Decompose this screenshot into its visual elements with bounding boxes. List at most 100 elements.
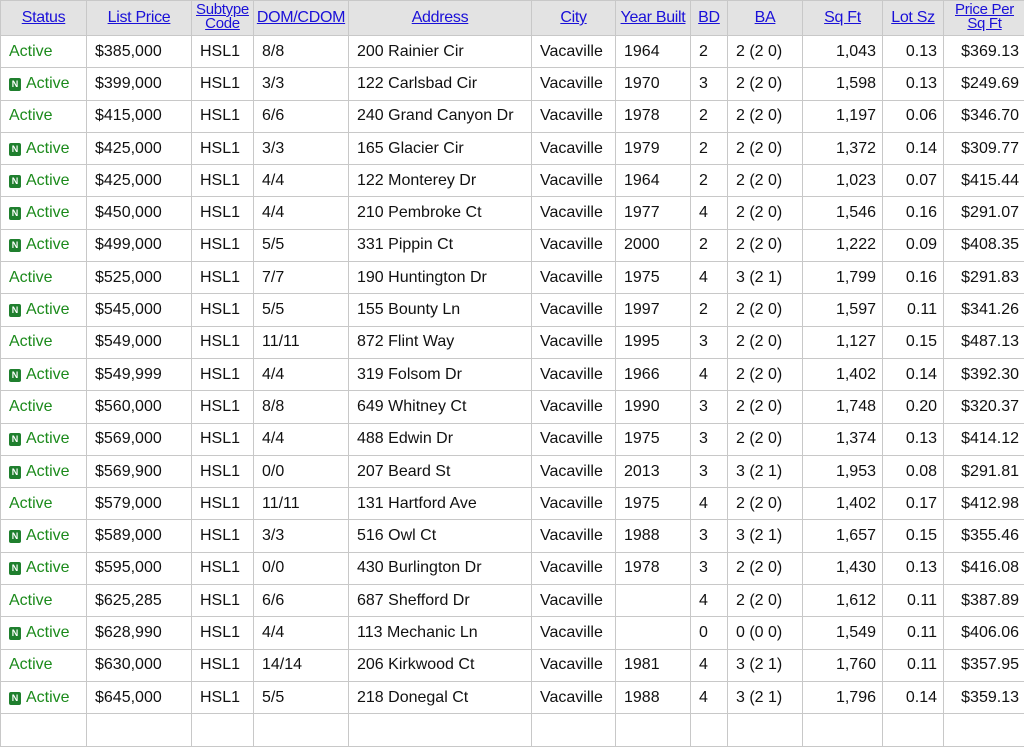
cell-address: 210 Pembroke Ct — [349, 197, 532, 229]
status-label: Active — [26, 204, 70, 221]
cell-dom: 0/0 — [254, 455, 349, 487]
cell-lot: 0.08 — [883, 455, 944, 487]
cell-year_built: 1966 — [616, 358, 691, 390]
cell-lot: 0.11 — [883, 617, 944, 649]
sort-link-ba[interactable]: BA — [755, 9, 776, 26]
table-row[interactable]: NActive$499,000HSL15/5331 Pippin CtVacav… — [1, 229, 1024, 261]
table-row[interactable]: Active$385,000HSL18/8200 Rainier CirVaca… — [1, 36, 1024, 68]
sort-link-year_built[interactable]: Year Built — [621, 9, 686, 26]
column-header-ba[interactable]: BA — [728, 1, 803, 36]
column-header-year_built[interactable]: Year Built — [616, 1, 691, 36]
sort-link-lot[interactable]: Lot Sz — [891, 9, 935, 26]
column-header-subtype[interactable]: SubtypeCode — [192, 1, 254, 36]
cell-status: Active — [1, 585, 87, 617]
table-row[interactable]: NActive$450,000HSL14/4210 Pembroke CtVac… — [1, 197, 1024, 229]
column-header-list_price[interactable]: List Price — [87, 1, 192, 36]
table-row[interactable]: Active$560,000HSL18/8649 Whitney CtVacav… — [1, 391, 1024, 423]
cell-ppsf: $291.83 — [944, 262, 1024, 294]
status-label: Active — [9, 43, 53, 60]
column-header-dom[interactable]: DOM/CDOM — [254, 1, 349, 36]
column-header-ppsf[interactable]: Price PerSq Ft — [944, 1, 1024, 36]
sort-link-bd[interactable]: BD — [698, 9, 720, 26]
column-header-label: List Price — [108, 9, 171, 26]
cell-status: NActive — [1, 68, 87, 100]
column-header-city[interactable]: City — [532, 1, 616, 36]
cell-city: Vacaville — [532, 681, 616, 713]
cell-ba: 2 (2 0) — [728, 585, 803, 617]
sort-link-status[interactable]: Status — [22, 9, 66, 26]
cell-list_price: $595,000 — [87, 552, 192, 584]
table-row[interactable]: NActive$628,990HSL14/4113 Mechanic LnVac… — [1, 617, 1024, 649]
table-row[interactable]: Active$630,000HSL114/14206 Kirkwood CtVa… — [1, 649, 1024, 681]
cell-city: Vacaville — [532, 132, 616, 164]
cell-subtype: HSL1 — [192, 520, 254, 552]
cell-lot: 0.11 — [883, 585, 944, 617]
table-row[interactable]: NActive$589,000HSL13/3516 Owl CtVacavill… — [1, 520, 1024, 552]
sort-link-ppsf[interactable]: Price PerSq Ft — [955, 3, 1014, 31]
cell-dom: 4/4 — [254, 617, 349, 649]
sort-link-dom[interactable]: DOM/CDOM — [257, 9, 345, 26]
cell-city: Vacaville — [532, 617, 616, 649]
table-row[interactable]: NActive$399,000HSL13/3122 Carlsbad CirVa… — [1, 68, 1024, 100]
cell-city: Vacaville — [532, 262, 616, 294]
cell-city: Vacaville — [532, 585, 616, 617]
cell-ba: 2 (2 0) — [728, 197, 803, 229]
column-header-address[interactable]: Address — [349, 1, 532, 36]
table-row[interactable]: NActive$545,000HSL15/5155 Bounty LnVacav… — [1, 294, 1024, 326]
table-row[interactable] — [1, 714, 1024, 746]
cell-year_built: 2013 — [616, 455, 691, 487]
table-row[interactable]: NActive$425,000HSL13/3165 Glacier CirVac… — [1, 132, 1024, 164]
cell-ba — [728, 714, 803, 746]
cell-address: 131 Hartford Ave — [349, 488, 532, 520]
column-header-label: Lot Sz — [891, 9, 935, 26]
sort-link-sqft[interactable]: Sq Ft — [824, 9, 861, 26]
table-row[interactable]: NActive$569,900HSL10/0207 Beard StVacavi… — [1, 455, 1024, 487]
cell-city: Vacaville — [532, 552, 616, 584]
column-header-bd[interactable]: BD — [691, 1, 728, 36]
cell-address: 488 Edwin Dr — [349, 423, 532, 455]
table-row[interactable]: Active$549,000HSL111/11872 Flint WayVaca… — [1, 326, 1024, 358]
table-row[interactable]: Active$625,285HSL16/6687 Shefford DrVaca… — [1, 585, 1024, 617]
table-row[interactable]: NActive$549,999HSL14/4319 Folsom DrVacav… — [1, 358, 1024, 390]
cell-lot: 0.13 — [883, 423, 944, 455]
cell-subtype: HSL1 — [192, 617, 254, 649]
cell-lot: 0.17 — [883, 488, 944, 520]
table-row[interactable]: Active$525,000HSL17/7190 Huntington DrVa… — [1, 262, 1024, 294]
table-row[interactable]: NActive$425,000HSL14/4122 Monterey DrVac… — [1, 165, 1024, 197]
cell-dom: 14/14 — [254, 649, 349, 681]
column-header-sqft[interactable]: Sq Ft — [803, 1, 883, 36]
column-header-status[interactable]: Status — [1, 1, 87, 36]
column-header-lot[interactable]: Lot Sz — [883, 1, 944, 36]
cell-list_price: $499,000 — [87, 229, 192, 261]
cell-status: NActive — [1, 229, 87, 261]
cell-dom: 5/5 — [254, 229, 349, 261]
status-label: Active — [9, 333, 53, 350]
cell-lot: 0.15 — [883, 520, 944, 552]
cell-list_price: $630,000 — [87, 649, 192, 681]
table-row[interactable]: NActive$569,000HSL14/4488 Edwin DrVacavi… — [1, 423, 1024, 455]
cell-year_built: 1990 — [616, 391, 691, 423]
sort-link-subtype[interactable]: SubtypeCode — [196, 3, 249, 31]
cell-subtype — [192, 714, 254, 746]
cell-city: Vacaville — [532, 488, 616, 520]
table-row[interactable]: Active$415,000HSL16/6240 Grand Canyon Dr… — [1, 100, 1024, 132]
cell-status: Active — [1, 262, 87, 294]
sort-link-list_price[interactable]: List Price — [108, 9, 171, 26]
cell-dom: 3/3 — [254, 68, 349, 100]
cell-dom: 8/8 — [254, 391, 349, 423]
cell-ba: 3 (2 1) — [728, 649, 803, 681]
cell-lot: 0.13 — [883, 552, 944, 584]
cell-dom: 5/5 — [254, 294, 349, 326]
table-row[interactable]: Active$579,000HSL111/11131 Hartford AveV… — [1, 488, 1024, 520]
cell-sqft: 1,430 — [803, 552, 883, 584]
table-row[interactable]: NActive$645,000HSL15/5218 Donegal CtVaca… — [1, 681, 1024, 713]
cell-status: Active — [1, 391, 87, 423]
sort-link-address[interactable]: Address — [412, 9, 469, 26]
table-row[interactable]: NActive$595,000HSL10/0430 Burlington DrV… — [1, 552, 1024, 584]
cell-ppsf: $355.46 — [944, 520, 1024, 552]
cell-bd: 3 — [691, 455, 728, 487]
cell-status: NActive — [1, 165, 87, 197]
cell-status — [1, 714, 87, 746]
sort-link-city[interactable]: City — [560, 9, 586, 26]
column-header-label: City — [560, 9, 586, 26]
